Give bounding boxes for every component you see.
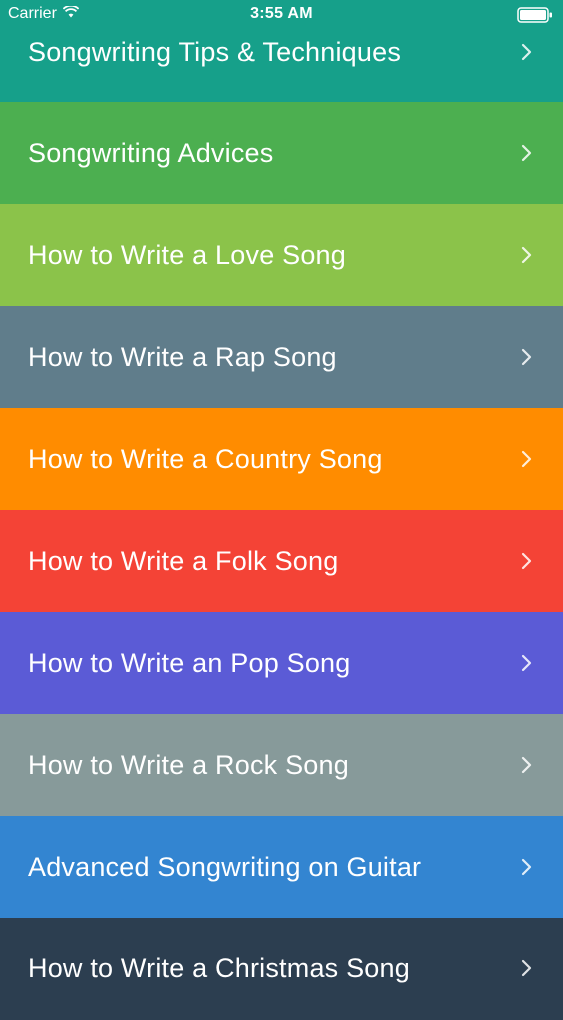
list-item-label: How to Write a Love Song xyxy=(28,239,346,270)
list-item[interactable]: How to Write a Love Song xyxy=(0,204,563,306)
chevron-right-icon xyxy=(517,551,537,571)
list-item-label: How to Write an Pop Song xyxy=(28,647,351,678)
list-item[interactable]: How to Write a Rap Song xyxy=(0,306,563,408)
chevron-right-icon xyxy=(517,42,537,62)
list-item[interactable]: Songwriting Advices xyxy=(0,102,563,204)
topic-list: Songwriting Tips & Techniques Songwriting… xyxy=(0,0,563,1020)
list-item[interactable]: How to Write a Folk Song xyxy=(0,510,563,612)
list-item[interactable]: How to Write a Country Song xyxy=(0,408,563,510)
list-item-label: Songwriting Tips & Techniques xyxy=(28,36,402,67)
list-item[interactable]: How to Write a Christmas Song xyxy=(0,918,563,1020)
chevron-right-icon xyxy=(517,857,537,877)
list-item-label: How to Write a Country Song xyxy=(28,443,383,474)
chevron-right-icon xyxy=(517,449,537,469)
chevron-right-icon xyxy=(517,347,537,367)
list-item[interactable]: Advanced Songwriting on Guitar xyxy=(0,816,563,918)
list-item-label: How to Write a Christmas Song xyxy=(28,952,410,983)
list-item-label: Advanced Songwriting on Guitar xyxy=(28,851,422,882)
list-item[interactable]: How to Write an Pop Song xyxy=(0,612,563,714)
chevron-right-icon xyxy=(517,653,537,673)
list-item-label: How to Write a Rap Song xyxy=(28,341,337,372)
list-item-label: Songwriting Advices xyxy=(28,137,274,168)
status-time: 3:55 AM xyxy=(250,5,313,22)
status-bar: Carrier 3:55 AM xyxy=(0,0,563,30)
list-item-label: How to Write a Folk Song xyxy=(28,545,339,576)
chevron-right-icon xyxy=(517,755,537,775)
chevron-right-icon xyxy=(517,245,537,265)
chevron-right-icon xyxy=(517,143,537,163)
chevron-right-icon xyxy=(517,958,537,978)
list-item[interactable]: How to Write a Rock Song xyxy=(0,714,563,816)
list-item-label: How to Write a Rock Song xyxy=(28,749,349,780)
battery-icon xyxy=(517,7,553,23)
